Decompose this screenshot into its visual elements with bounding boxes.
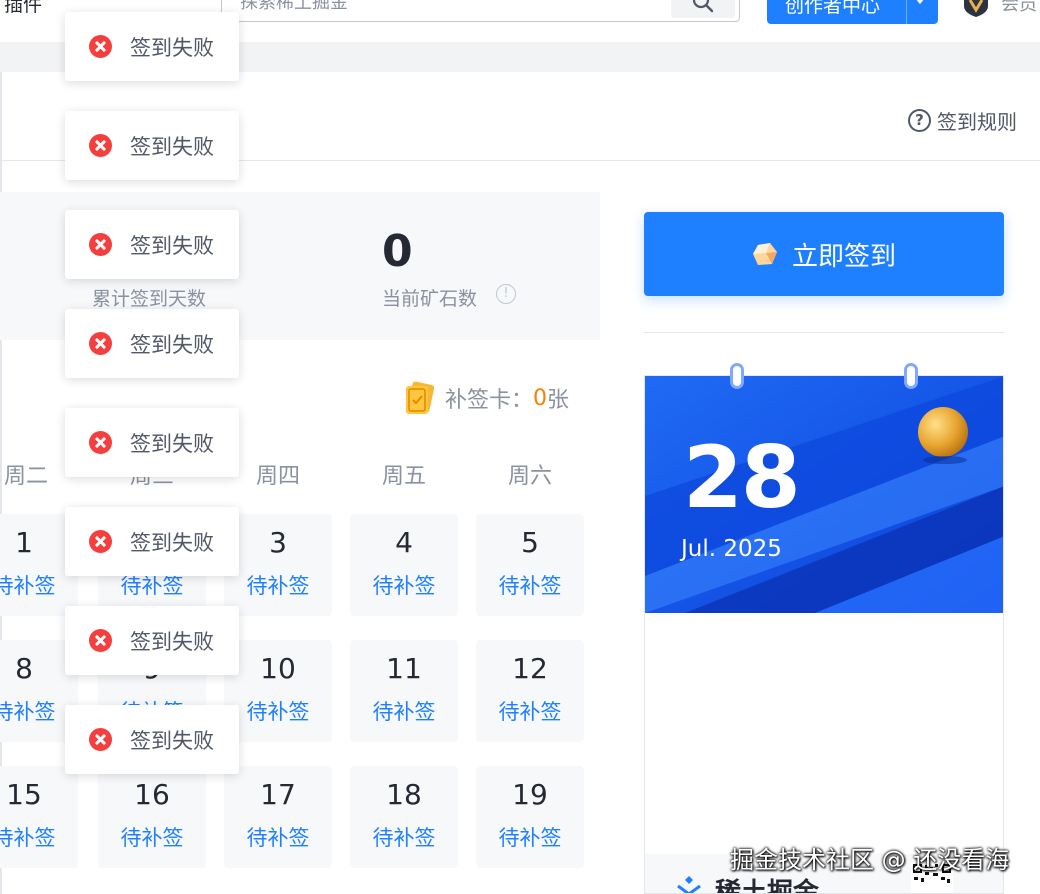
calendar-brand-name: 稀土掘金 xyxy=(715,878,820,894)
calendar-ring-left xyxy=(730,363,744,389)
creator-split-divider xyxy=(906,0,907,24)
calendar-ring-right xyxy=(904,363,918,389)
toast-message: 签到失败 xyxy=(130,333,214,357)
checkin-rules-link[interactable]: ? 签到规则 xyxy=(908,106,1017,134)
checkin-now-label: 立即签到 xyxy=(791,241,896,272)
day-number: 3 xyxy=(269,526,287,559)
error-toast: 签到失败 xyxy=(65,12,239,81)
toast-message: 签到失败 xyxy=(130,729,214,753)
checkin-now-button[interactable]: 立即签到 xyxy=(644,212,1004,296)
weekday-sat: 周六 xyxy=(507,464,552,489)
error-circle-icon xyxy=(89,629,112,652)
error-circle-icon xyxy=(89,431,112,454)
weekday-fri: 周五 xyxy=(381,464,426,489)
weekday-thu: 周四 xyxy=(255,464,300,489)
day-number: 17 xyxy=(260,778,296,811)
error-circle-icon xyxy=(89,134,112,157)
day-status: 待补签 xyxy=(246,574,310,598)
toast-message: 签到失败 xyxy=(130,36,214,60)
calendar-day[interactable]: 17 待补签 xyxy=(224,766,332,868)
checkin-rules-label: 签到规则 xyxy=(937,109,1017,134)
error-toast: 签到失败 xyxy=(65,111,239,180)
supplement-card-unit: 张 xyxy=(547,388,570,413)
vip-label[interactable]: 会员 xyxy=(1001,0,1037,16)
calendar-day[interactable]: 18 待补签 xyxy=(350,766,458,868)
day-status: 待补签 xyxy=(372,574,436,598)
toast-message: 签到失败 xyxy=(130,135,214,159)
info-icon[interactable]: ! xyxy=(496,284,516,304)
error-toast: 签到失败 xyxy=(65,210,239,279)
day-status: 待补签 xyxy=(498,574,562,598)
day-status: 待补签 xyxy=(246,700,310,724)
right-divider xyxy=(644,332,1004,333)
search-box[interactable]: 探索稀土掘金 xyxy=(221,0,740,22)
supplement-card-label: 补签卡： xyxy=(445,388,534,413)
day-number: 4 xyxy=(395,526,413,559)
daily-calendar-card: 28 Jul. 2025 稀土掘金 xyxy=(644,375,1004,894)
day-number: 11 xyxy=(386,652,422,685)
search-input[interactable]: 探索稀土掘金 xyxy=(240,0,348,14)
calendar-date-number: 28 xyxy=(683,428,801,528)
day-number: 16 xyxy=(134,778,170,811)
supplement-card-count: 补签卡： 0 张 xyxy=(404,380,569,416)
calendar-day[interactable]: 12 待补签 xyxy=(476,640,584,742)
nav-link-plugins[interactable]: 插件 xyxy=(4,0,42,17)
day-number: 5 xyxy=(521,526,539,559)
day-number: 19 xyxy=(512,778,548,811)
error-circle-icon xyxy=(89,728,112,751)
search-button[interactable] xyxy=(671,0,735,18)
vip-badge-icon[interactable] xyxy=(961,0,991,18)
error-circle-icon xyxy=(89,233,112,256)
calendar-day[interactable]: 19 待补签 xyxy=(476,766,584,868)
day-number: 18 xyxy=(386,778,422,811)
day-status: 待补签 xyxy=(120,826,184,850)
error-toast: 签到失败 xyxy=(65,408,239,477)
error-toast: 签到失败 xyxy=(65,309,239,378)
day-status: 待补签 xyxy=(246,826,310,850)
day-status: 待补签 xyxy=(372,826,436,850)
question-circle-icon: ? xyxy=(908,108,931,132)
calendar-month-year: Jul. 2025 xyxy=(681,536,782,562)
ore-gem-icon xyxy=(752,243,777,265)
calendar-day[interactable]: 3 待补签 xyxy=(224,514,332,616)
calendar-day[interactable]: 11 待补签 xyxy=(350,640,458,742)
checkin-page: 插件 探索稀土掘金 创作者中心 会员 ? 签到规则 累计签到天数 0 当前矿石数… xyxy=(0,0,1040,894)
search-icon xyxy=(692,0,714,13)
day-status: 待补签 xyxy=(372,700,436,724)
total-checkin-days-label: 累计签到天数 xyxy=(92,288,207,310)
calendar-banner: 28 Jul. 2025 xyxy=(645,376,1003,613)
day-number: 12 xyxy=(512,652,548,685)
calendar-day[interactable]: 4 待补签 xyxy=(350,514,458,616)
supplement-card-icon xyxy=(406,381,435,414)
error-toast: 签到失败 xyxy=(65,606,239,675)
error-toast: 签到失败 xyxy=(65,507,239,576)
day-status: 待补签 xyxy=(498,826,562,850)
day-number: 15 xyxy=(6,778,42,811)
day-number: 10 xyxy=(260,652,296,685)
calendar-day[interactable]: 10 待补签 xyxy=(224,640,332,742)
toast-message: 签到失败 xyxy=(130,234,214,258)
error-circle-icon xyxy=(89,35,112,58)
toast-message: 签到失败 xyxy=(130,630,214,654)
calendar-day[interactable]: 15 待补签 xyxy=(0,766,78,868)
watermark: 掘金技术社区 @ 还没看海 xyxy=(730,846,1010,874)
day-status: 待补签 xyxy=(498,700,562,724)
day-status: 待补签 xyxy=(0,826,56,850)
ore-count-value: 0 xyxy=(382,226,413,277)
toast-message: 签到失败 xyxy=(130,531,214,555)
ore-count-label: 当前矿石数 xyxy=(382,288,478,310)
error-circle-icon xyxy=(89,332,112,355)
calendar-day[interactable]: 16 待补签 xyxy=(98,766,206,868)
juejin-logo-icon xyxy=(677,876,701,893)
creator-center-label: 创作者中心 xyxy=(785,0,881,17)
error-circle-icon xyxy=(89,530,112,553)
creator-center-button[interactable]: 创作者中心 xyxy=(767,0,938,24)
toast-message: 签到失败 xyxy=(130,432,214,456)
chevron-down-icon[interactable] xyxy=(915,0,925,4)
calendar-day[interactable]: 5 待补签 xyxy=(476,514,584,616)
supplement-card-number: 0 xyxy=(533,385,548,411)
error-toast: 签到失败 xyxy=(65,705,239,774)
